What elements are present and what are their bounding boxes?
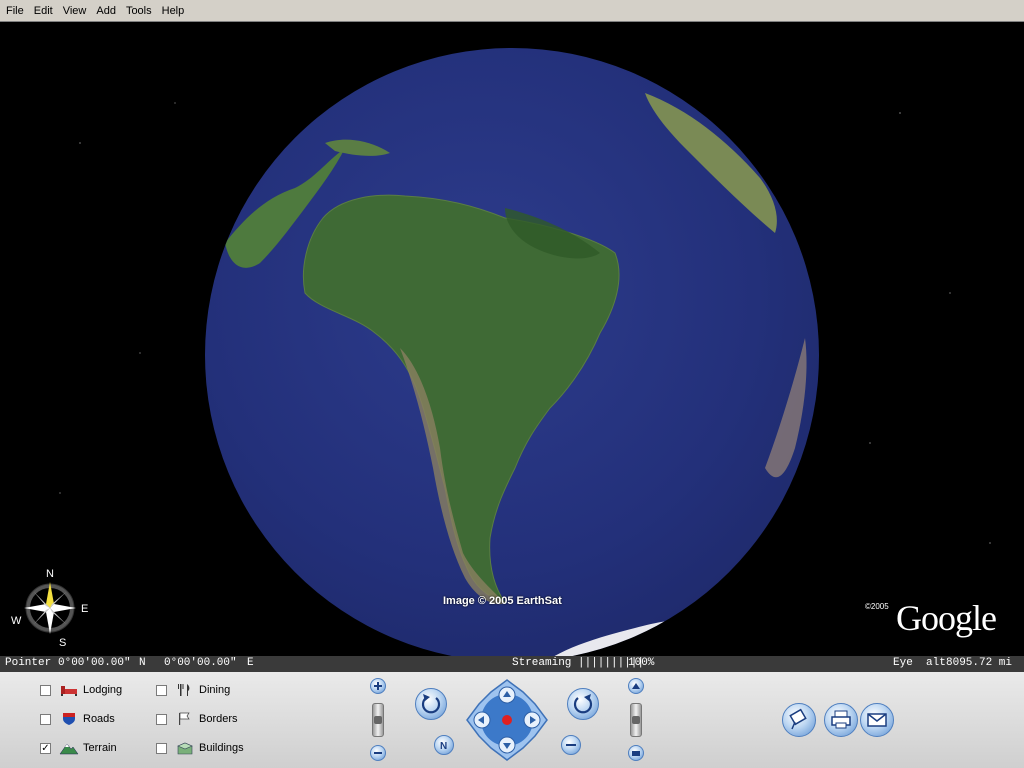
email-button[interactable] [860, 703, 894, 737]
envelope-icon [867, 713, 887, 727]
tilt-slider-thumb[interactable] [632, 716, 640, 724]
minus-icon [566, 744, 576, 746]
menu-tools[interactable]: Tools [122, 5, 156, 17]
layer-dining[interactable]: Dining [156, 681, 230, 699]
layer-lodging[interactable]: Lodging [40, 681, 122, 699]
buildings-label: Buildings [199, 742, 244, 754]
rotate-counterclockwise-button[interactable] [415, 688, 447, 720]
direction-pad-icon [466, 679, 548, 761]
buildings-checkbox[interactable] [156, 742, 167, 754]
layer-borders[interactable]: Borders [156, 710, 238, 728]
mountain-icon [59, 743, 79, 755]
eye-altitude-label: Eye alt [893, 657, 946, 669]
tilt-down-button[interactable] [628, 745, 644, 761]
compass-south-label: S [59, 637, 66, 648]
compass-north-label: N [46, 568, 54, 580]
google-logo: Google [896, 598, 997, 638]
earth-viewport[interactable]: Image © 2005 EarthSat ©2005 Google N E S… [0, 23, 1024, 656]
rotate-left-icon [421, 694, 441, 714]
continents-map [225, 93, 807, 656]
zoom-in-button[interactable] [370, 678, 386, 694]
compass-rose-icon: N E S W [11, 568, 88, 649]
plus-icon [374, 682, 382, 690]
flag-icon [179, 712, 190, 725]
roads-checkbox[interactable] [40, 713, 51, 725]
borders-checkbox[interactable] [156, 713, 167, 725]
layer-roads[interactable]: Roads [40, 710, 115, 728]
pointer-longitude-dir: E [247, 657, 254, 669]
print-button[interactable] [824, 703, 858, 737]
bed-icon [61, 686, 77, 696]
rotate-right-icon [573, 694, 593, 714]
minus-icon [374, 752, 382, 754]
layer-terrain[interactable]: ✓ Terrain [40, 739, 117, 757]
tilt-slider[interactable] [630, 703, 642, 737]
rotate-clockwise-button[interactable] [567, 688, 599, 720]
tilt-up-button[interactable] [628, 678, 644, 694]
tilt-up-icon [632, 683, 640, 689]
north-icon: N [440, 741, 447, 752]
dining-checkbox[interactable] [156, 684, 167, 696]
pointer-latitude-dir: N [139, 657, 146, 669]
road-shield-icon [63, 713, 75, 725]
zoom-slider[interactable] [372, 703, 384, 737]
zoom-out-button[interactable] [370, 745, 386, 761]
lodging-checkbox[interactable] [40, 684, 51, 696]
lodging-label: Lodging [83, 684, 123, 696]
compass-east-label: E [81, 603, 88, 615]
step-zoom-out-button[interactable] [561, 735, 581, 755]
status-bar: Pointer 0°00'00.00" N 0°00'00.00" E Stre… [0, 656, 1024, 672]
terrain-label: Terrain [83, 742, 117, 754]
streaming-percent: 100% [628, 657, 655, 669]
pushpin-icon [789, 708, 807, 730]
printer-icon [831, 710, 851, 729]
menu-view[interactable]: View [59, 5, 91, 17]
borders-label: Borders [199, 713, 238, 725]
menu-bar: File Edit View Add Tools Help [0, 0, 1024, 22]
menu-add[interactable]: Add [92, 5, 120, 17]
pointer-longitude: 0°00'00.00" [164, 657, 237, 669]
eye-altitude-value: 8095.72 mi [946, 657, 1013, 669]
compass-west-label: W [11, 615, 22, 627]
svg-text:N: N [440, 741, 447, 752]
terrain-checkbox[interactable]: ✓ [40, 742, 51, 754]
imagery-attribution: Image © 2005 EarthSat [443, 595, 562, 607]
roads-label: Roads [83, 713, 115, 725]
earth-globe[interactable] [205, 48, 819, 656]
fork-knife-icon [178, 684, 190, 696]
direction-pad[interactable] [465, 678, 549, 762]
menu-file[interactable]: File [2, 5, 28, 17]
building-icon [177, 742, 193, 755]
pointer-label: Pointer [5, 657, 52, 669]
pointer-latitude: 0°00'00.00" [58, 657, 131, 669]
dining-label: Dining [199, 684, 231, 696]
compass[interactable]: N E S W [10, 568, 90, 649]
control-panel: Lodging Roads ✓ Terrain Dining Borders B… [0, 672, 1024, 768]
reset-north-button[interactable]: N [434, 735, 454, 755]
menu-help[interactable]: Help [158, 5, 189, 17]
copyright-notice: ©2005 [865, 602, 889, 611]
zoom-slider-thumb[interactable] [374, 716, 382, 724]
placemark-button[interactable] [782, 703, 816, 737]
menu-edit[interactable]: Edit [30, 5, 57, 17]
streaming-label: Streaming [512, 657, 572, 669]
layer-buildings[interactable]: Buildings [156, 739, 244, 757]
tilt-down-icon [632, 751, 640, 756]
